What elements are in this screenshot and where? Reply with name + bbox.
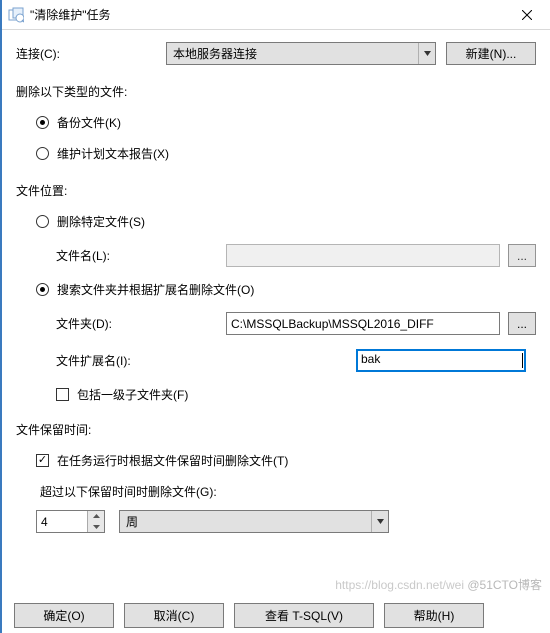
- ok-button[interactable]: 确定(O): [14, 603, 114, 628]
- folder-input[interactable]: [226, 312, 500, 335]
- radio-icon: [36, 116, 49, 129]
- file-location-label: 文件位置:: [16, 182, 536, 199]
- spinner-down-icon[interactable]: [88, 522, 104, 533]
- connection-label: 连接(C):: [16, 45, 166, 62]
- extension-input[interactable]: bak: [356, 349, 526, 372]
- radio-icon: [36, 283, 49, 296]
- retention-enable-checkbox[interactable]: 在任务运行时根据文件保留时间删除文件(T): [36, 452, 536, 469]
- older-than-label: 超过以下保留时间时删除文件(G):: [36, 483, 536, 500]
- folder-browse-button[interactable]: ...: [508, 312, 536, 335]
- filename-browse-button[interactable]: ...: [508, 244, 536, 267]
- app-icon: [8, 7, 24, 23]
- radio-report-files[interactable]: 维护计划文本报告(X): [36, 145, 536, 162]
- retention-value-row: 周: [36, 510, 536, 533]
- chevron-down-icon: [418, 43, 435, 64]
- chevron-down-icon: [371, 511, 388, 532]
- include-subfolder-checkbox[interactable]: 包括一级子文件夹(F): [36, 386, 536, 403]
- spinner-up-icon[interactable]: [88, 511, 104, 522]
- radio-icon: [36, 215, 49, 228]
- cancel-button[interactable]: 取消(C): [124, 603, 224, 628]
- radio-specific-label: 删除特定文件(S): [57, 213, 145, 230]
- radio-backup-files[interactable]: 备份文件(K): [36, 114, 536, 131]
- extension-row: 文件扩展名(I): bak: [36, 349, 536, 372]
- connection-selected: 本地服务器连接: [173, 45, 257, 62]
- checkbox-icon: [56, 388, 69, 401]
- dialog-button-bar: 确定(O) 取消(C) 查看 T-SQL(V) 帮助(H): [4, 599, 550, 633]
- retention-group: 在任务运行时根据文件保留时间删除文件(T) 超过以下保留时间时删除文件(G): …: [16, 452, 536, 533]
- watermark: https://blog.csdn.net/wei @51CTO博客: [335, 576, 542, 593]
- filename-input: [226, 244, 500, 267]
- radio-search-folder[interactable]: 搜索文件夹并根据扩展名删除文件(O): [36, 281, 536, 298]
- radio-search-label: 搜索文件夹并根据扩展名删除文件(O): [57, 281, 254, 298]
- spinner-buttons[interactable]: [87, 511, 104, 532]
- delete-type-label: 删除以下类型的文件:: [16, 83, 536, 100]
- retention-enable-label: 在任务运行时根据文件保留时间删除文件(T): [57, 452, 288, 469]
- include-subfolder-label: 包括一级子文件夹(F): [77, 386, 188, 403]
- filename-label: 文件名(L):: [56, 247, 226, 264]
- content-area: 连接(C): 本地服务器连接 新建(N)... 删除以下类型的文件: 备份文件(…: [2, 30, 550, 533]
- folder-label: 文件夹(D):: [56, 315, 226, 332]
- titlebar: "清除维护"任务: [2, 0, 550, 30]
- radio-backup-label: 备份文件(K): [57, 114, 121, 131]
- retention-unit-value: 周: [126, 513, 138, 530]
- retention-value-spinner[interactable]: [36, 510, 105, 533]
- help-button[interactable]: 帮助(H): [384, 603, 484, 628]
- radio-specific-file[interactable]: 删除特定文件(S): [36, 213, 536, 230]
- delete-type-group: 备份文件(K) 维护计划文本报告(X): [16, 114, 536, 162]
- connection-row: 连接(C): 本地服务器连接 新建(N)...: [16, 42, 536, 65]
- file-location-group: 删除特定文件(S) 文件名(L): ... 搜索文件夹并根据扩展名删除文件(O)…: [16, 213, 536, 403]
- retention-value-input[interactable]: [37, 511, 87, 532]
- folder-row: 文件夹(D): ...: [36, 312, 536, 335]
- window-title: "清除维护"任务: [30, 6, 504, 23]
- checkbox-icon: [36, 454, 49, 467]
- radio-report-label: 维护计划文本报告(X): [57, 145, 169, 162]
- radio-icon: [36, 147, 49, 160]
- connection-dropdown[interactable]: 本地服务器连接: [166, 42, 436, 65]
- close-button[interactable]: [504, 0, 550, 30]
- new-connection-button[interactable]: 新建(N)...: [446, 42, 536, 65]
- filename-row: 文件名(L): ...: [36, 244, 536, 267]
- extension-label: 文件扩展名(I):: [56, 352, 226, 369]
- view-tsql-button[interactable]: 查看 T-SQL(V): [234, 603, 374, 628]
- retention-label: 文件保留时间:: [16, 421, 536, 438]
- retention-unit-dropdown[interactable]: 周: [119, 510, 389, 533]
